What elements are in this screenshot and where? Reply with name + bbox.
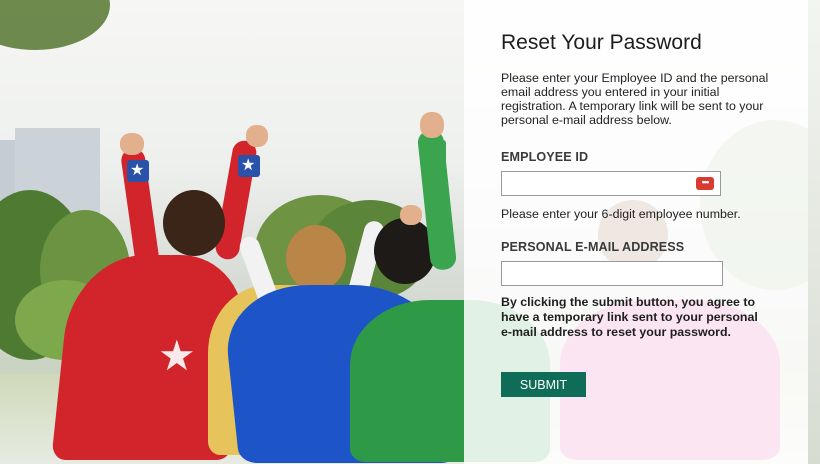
personal-email-input[interactable] xyxy=(501,261,723,286)
employee-id-input[interactable] xyxy=(501,171,721,196)
page-title: Reset Your Password xyxy=(501,31,702,54)
password-manager-icon[interactable]: ••• xyxy=(696,177,714,190)
reset-password-panel: Reset Your Password Please enter your Em… xyxy=(464,0,808,464)
employee-id-hint: Please enter your 6-digit employee numbe… xyxy=(501,207,741,221)
employee-id-label: EMPLOYEE ID xyxy=(501,150,589,164)
submit-button[interactable]: SUBMIT xyxy=(501,372,586,397)
agreement-text: By clicking the submit button, you agree… xyxy=(501,295,758,339)
right-edge-strip xyxy=(808,0,820,464)
instructions-text: Please enter your Employee ID and the pe… xyxy=(501,71,769,127)
email-label: PERSONAL E-MAIL ADDRESS xyxy=(501,240,685,254)
